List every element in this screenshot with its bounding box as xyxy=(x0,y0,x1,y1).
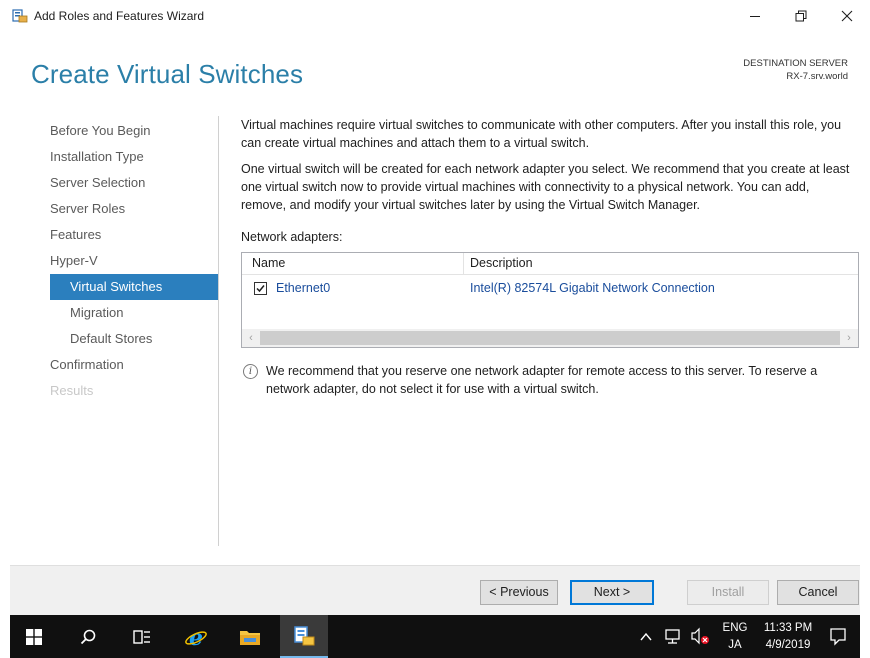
nav-item-hyper-v[interactable]: Hyper-V xyxy=(50,248,218,274)
server-manager-icon xyxy=(12,9,28,23)
intro-paragraph: Virtual machines require virtual switche… xyxy=(241,118,842,150)
adapter-description: Intel(R) 82574L Gigabit Network Connecti… xyxy=(470,281,715,295)
destination-server-label: DESTINATION SERVER xyxy=(743,58,848,69)
scroll-left-arrow-icon[interactable]: ‹ xyxy=(242,329,260,347)
nav-divider xyxy=(218,116,219,546)
nav-item-confirmation[interactable]: Confirmation xyxy=(50,352,218,378)
network-adapters-label: Network adapters: xyxy=(241,230,343,244)
input-language-button[interactable]: ENG JA xyxy=(714,615,756,658)
language-top: ENG xyxy=(722,622,748,634)
restore-icon xyxy=(795,10,807,22)
info-text: We recommend that you reserve one networ… xyxy=(266,364,818,396)
search-button[interactable] xyxy=(64,615,112,658)
internet-explorer-button[interactable]: e xyxy=(172,615,220,658)
content-area: Virtual machines require virtual switche… xyxy=(241,116,851,222)
task-view-button[interactable] xyxy=(118,615,166,658)
nav-item-virtual-switches[interactable]: Virtual Switches xyxy=(50,274,218,300)
info-icon: i xyxy=(243,364,258,379)
nav-item-features[interactable]: Features xyxy=(50,222,218,248)
clock-button[interactable]: 11:33 PM 4/9/2019 xyxy=(756,615,820,658)
instruction-paragraph: One virtual switch will be created for e… xyxy=(241,162,850,212)
ethernet0-checkbox[interactable] xyxy=(254,282,267,295)
adapter-name: Ethernet0 xyxy=(276,281,331,295)
network-icon xyxy=(665,629,680,644)
start-button[interactable] xyxy=(10,615,58,658)
nav-item-installation-type[interactable]: Installation Type xyxy=(50,144,218,170)
language-bottom: JA xyxy=(728,639,742,651)
nav-item-migration[interactable]: Migration xyxy=(50,300,218,326)
nav-item-server-roles[interactable]: Server Roles xyxy=(50,196,218,222)
network-adapters-list[interactable]: Name Description Ethernet0 Intel(R) 8257… xyxy=(241,252,859,348)
column-separator[interactable] xyxy=(463,253,464,275)
page-title: Create Virtual Switches xyxy=(31,59,304,89)
table-row[interactable]: Ethernet0 Intel(R) 82574L Gigabit Networ… xyxy=(242,279,858,299)
list-header: Name Description xyxy=(242,253,858,275)
task-view-icon xyxy=(133,629,150,644)
close-button[interactable] xyxy=(824,0,870,32)
svg-text:e: e xyxy=(189,625,203,649)
column-header-description[interactable]: Description xyxy=(470,256,533,270)
network-status-button[interactable] xyxy=(664,615,688,658)
clock-date: 4/9/2019 xyxy=(765,639,811,651)
volume-muted-icon xyxy=(691,627,709,645)
nav-item-before-you-begin[interactable]: Before You Begin xyxy=(50,118,218,144)
internet-explorer-icon: e xyxy=(185,625,207,649)
search-icon xyxy=(80,629,96,644)
taskbar: e ENG JA 11:33 PM 4/9/2019 xyxy=(10,615,860,658)
close-icon xyxy=(841,10,853,22)
checkmark-icon xyxy=(256,285,265,293)
notification-icon xyxy=(830,628,846,646)
destination-server-name: RX-7.srv.world xyxy=(786,71,848,82)
clock-time: 11:33 PM xyxy=(763,622,813,634)
server-manager-taskbar-button[interactable] xyxy=(280,615,328,658)
folder-icon xyxy=(240,630,260,645)
next-button[interactable]: Next > xyxy=(570,580,654,605)
wizard-nav: Before You Begin Installation Type Serve… xyxy=(50,118,218,404)
nav-item-results: Results xyxy=(50,383,94,398)
title-bar: Add Roles and Features Wizard xyxy=(0,0,870,32)
windows-logo-icon xyxy=(26,628,42,645)
scrollbar-thumb[interactable] xyxy=(260,331,840,345)
window-title: Add Roles and Features Wizard xyxy=(34,9,205,23)
install-button: Install xyxy=(687,580,769,605)
nav-item-server-selection[interactable]: Server Selection xyxy=(50,170,218,196)
show-hidden-icons-button[interactable] xyxy=(640,615,660,658)
action-center-button[interactable] xyxy=(828,615,858,658)
minimize-button[interactable] xyxy=(732,0,778,32)
volume-button[interactable] xyxy=(690,615,714,658)
restore-button[interactable] xyxy=(778,0,824,32)
file-explorer-button[interactable] xyxy=(226,615,274,658)
previous-button[interactable]: < Previous xyxy=(480,580,558,605)
cancel-button[interactable]: Cancel xyxy=(777,580,859,605)
nav-item-default-stores[interactable]: Default Stores xyxy=(50,326,218,352)
minimize-icon xyxy=(750,16,760,17)
column-header-name[interactable]: Name xyxy=(252,256,285,270)
server-manager-icon xyxy=(294,625,315,645)
scroll-right-arrow-icon[interactable]: › xyxy=(840,329,858,347)
chevron-up-icon xyxy=(640,632,652,641)
horizontal-scrollbar[interactable]: ‹ › xyxy=(242,329,858,347)
